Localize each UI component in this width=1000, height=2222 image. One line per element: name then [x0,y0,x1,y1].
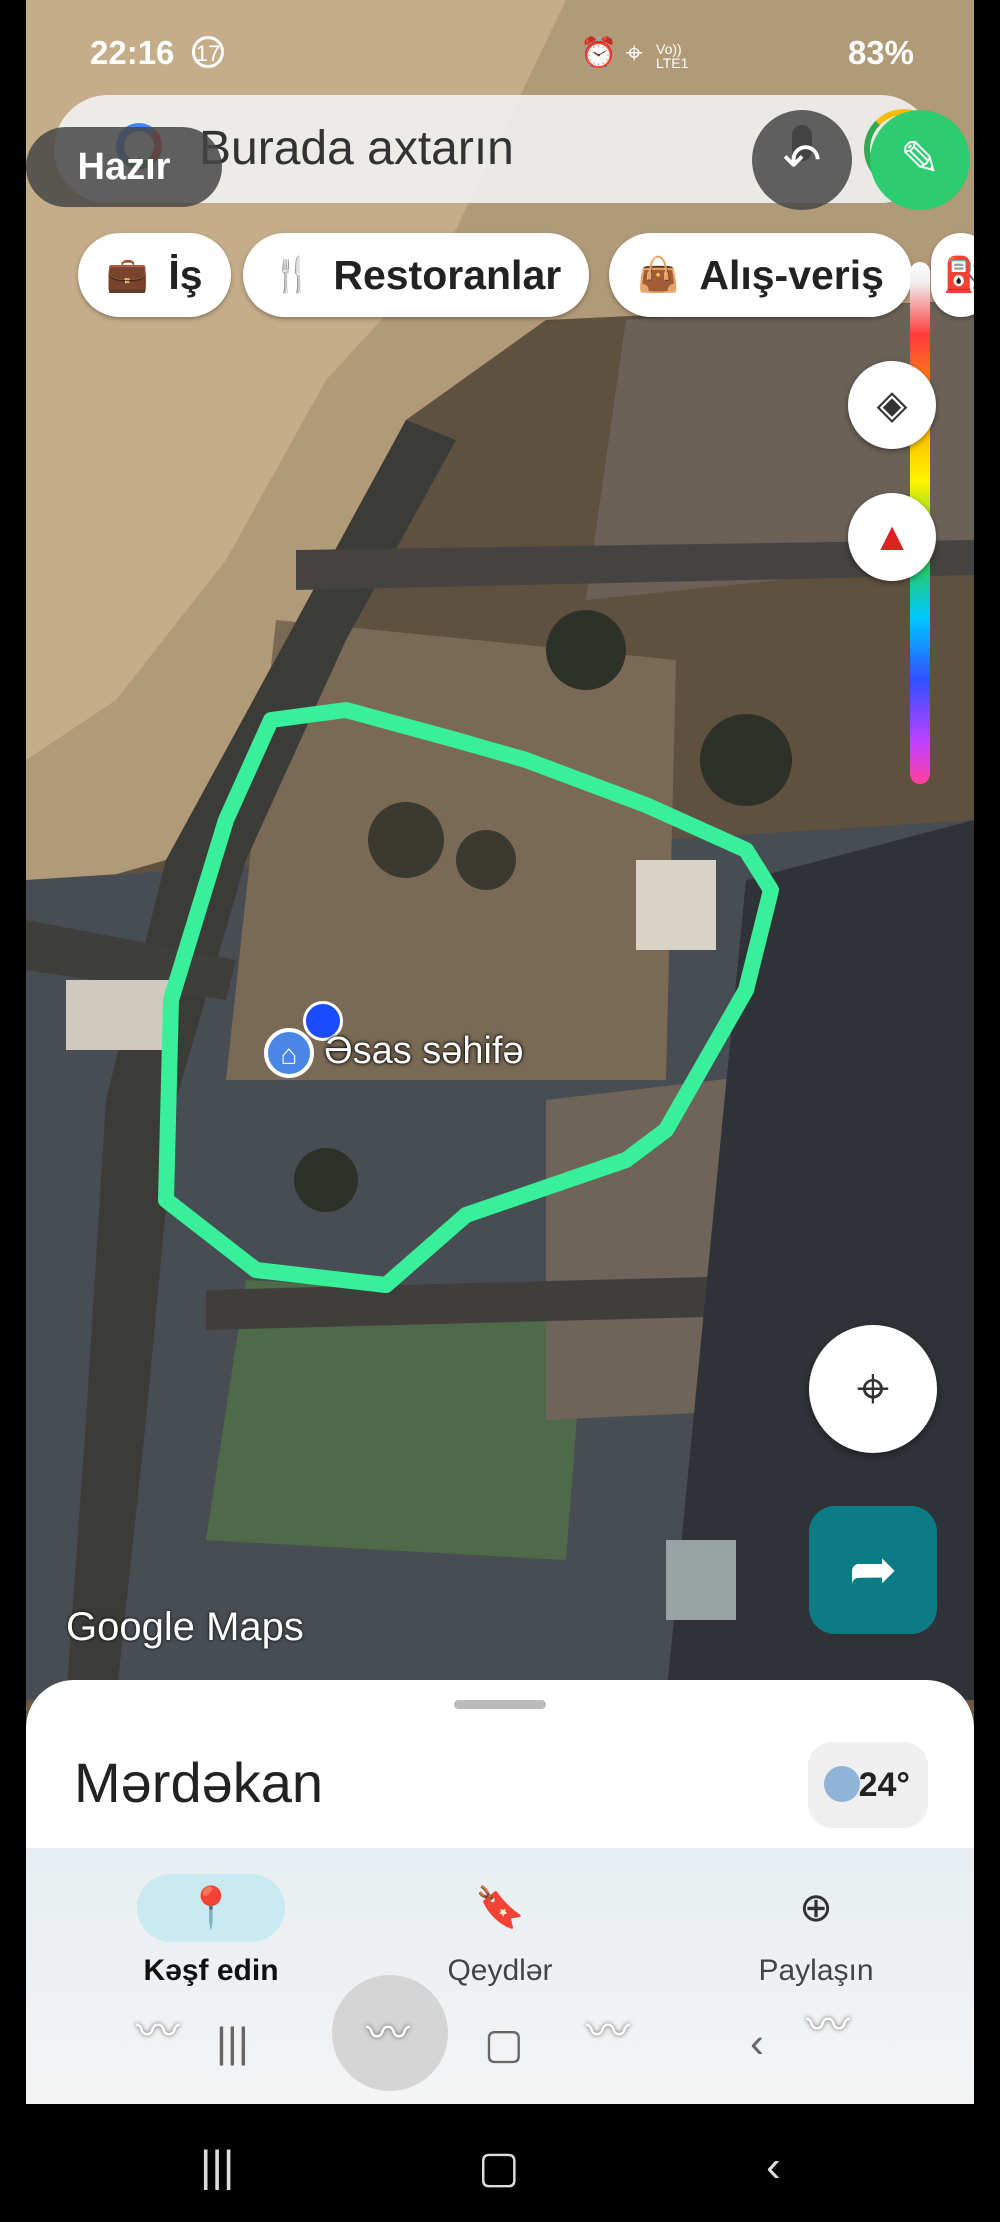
pen-style-3-icon[interactable]: 〰 [586,1995,630,2059]
done-button[interactable]: Hazır [26,127,222,207]
chip-label: Alış-veriş [699,251,884,298]
compass-icon: ▲ [872,515,912,559]
moon-cloud-icon [824,1766,860,1802]
chip-label: İş [168,251,203,298]
home-icon[interactable]: ⌂ [264,1028,314,1078]
recents-icon: ||| [216,2019,249,2066]
drawing-toolbar: 〰 ||| 〰 ▢ 〰 ‹ 〰 [26,1975,974,2104]
status-bar: 22:16 17 ⏰ ⌖ Vo)) LTE1 83% [26,0,974,100]
google-maps-watermark: Google Maps [66,1605,304,1649]
bookmark-icon: 🔖 [475,1886,525,1930]
tab-explore[interactable]: 📍 Kəşf edin [86,1874,336,1988]
crosshair-icon: ⌖ [856,1356,890,1421]
alarm-location-icons: ⏰ ⌖ [580,37,643,70]
battery-level: 83% [847,34,914,71]
pen-style-1-icon[interactable]: 〰 [136,1995,180,2059]
chip-work[interactable]: 💼 İş [78,233,231,317]
lte-label: LTE1 [656,55,689,71]
pencil-icon: ✎ [899,133,941,186]
maps-screen: 22:16 17 ⏰ ⌖ Vo)) LTE1 83% Burada axtarı… [26,0,974,2104]
tab-saved[interactable]: 🔖 Qeydlər [375,1874,625,1988]
home-label[interactable]: Əsas səhifə [324,1030,524,1073]
clock: 22:16 [90,34,175,71]
back-chevron-icon: ‹ [750,2019,764,2066]
temperature: 24° [858,1766,910,1804]
chip-restaurants[interactable]: 🍴 Restoranlar [243,233,590,317]
gas-station-icon: ⛽ [943,256,974,294]
home-button[interactable]: ▢ [478,2142,520,2193]
pen-style-2-icon[interactable]: 〰 [366,1997,410,2061]
location-pin-icon: 📍 [137,1874,285,1942]
place-name: Mərdəkan [74,1751,324,1814]
undo-icon: ↶ [782,134,822,186]
search-input[interactable]: Burada axtarın [199,121,514,176]
shopping-bag-icon: 👜 [637,256,680,294]
chip-shopping[interactable]: 👜 Alış-veriş [609,233,912,317]
layers-icon: ◈ [876,383,908,427]
directions-button[interactable]: ➦ [809,1506,937,1634]
tab-contribute[interactable]: ⊕ Paylaşın [691,1874,941,1988]
compass-button[interactable]: ▲ [848,493,936,581]
sheet-drag-handle[interactable] [454,1700,546,1709]
edit-button[interactable]: ✎ [870,110,970,210]
add-circle-icon: ⊕ [799,1886,833,1930]
back-button[interactable]: ‹ [766,2142,781,2192]
network-indicator: Vo)) LTE1 [656,42,688,70]
fork-knife-icon: 🍴 [271,256,314,294]
recents-button[interactable]: ||| [200,2142,234,2192]
home-square-icon: ▢ [484,2020,524,2067]
category-chips: 💼 İş 🍴 Restoranlar 👜 Alış-veriş ⛽ [52,233,974,317]
layers-button[interactable]: ◈ [848,361,936,449]
directions-arrow-icon: ➦ [848,1537,898,1602]
notification-count-badge: 17 [192,36,224,68]
chip-label: Restoranlar [333,251,562,298]
weather-chip[interactable]: 24° [808,1742,928,1828]
system-navigation-bar: ||| ▢ ‹ [0,2104,1000,2222]
my-location-button[interactable]: ⌖ [809,1325,937,1453]
briefcase-icon: 💼 [106,256,149,294]
pen-style-4-icon[interactable]: 〰 [806,1989,850,2053]
chip-gas[interactable]: ⛽ [931,233,974,317]
undo-button[interactable]: ↶ [752,110,852,210]
